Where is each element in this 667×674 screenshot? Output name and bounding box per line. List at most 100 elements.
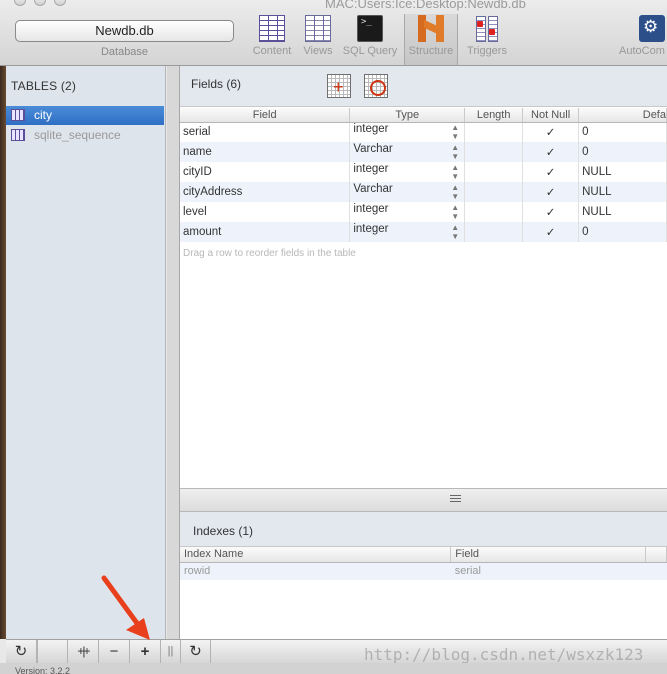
toolbar-views-button[interactable]: Views (300, 15, 336, 63)
field-default-cell[interactable]: NULL (578, 202, 667, 222)
type-stepper-icon[interactable]: ▲ ▼ (451, 223, 459, 241)
not-null-checkbox[interactable]: ✓ (522, 182, 580, 202)
field-type-cell[interactable]: integer ▲ ▼ (349, 162, 466, 182)
field-default-cell[interactable]: 0 (578, 222, 667, 242)
field-type-cell[interactable]: integer ▲ ▼ (349, 222, 466, 242)
pane-divider[interactable] (180, 488, 667, 512)
table-row[interactable]: cityAddress Varchar ▲ ▼ ✓ NULL (180, 182, 667, 202)
duplicate-table-button[interactable]: +|+ (68, 640, 99, 664)
database-label: Database (100, 46, 149, 58)
fields-title: Fields (6) (191, 77, 242, 91)
table-row[interactable]: level integer ▲ ▼ ✓ NULL (180, 202, 667, 222)
grip-icon (450, 495, 461, 502)
status-bar (0, 663, 667, 674)
field-type-cell[interactable]: integer ▲ ▼ (349, 122, 466, 142)
not-null-checkbox[interactable]: ✓ (522, 202, 580, 222)
field-name-cell[interactable]: cityAddress (180, 182, 351, 202)
sidebar-item-label: sqlite_sequence (34, 128, 121, 142)
not-null-checkbox[interactable]: ✓ (522, 122, 580, 142)
column-header-field[interactable]: Field (180, 108, 351, 123)
tables-header: TABLES (2) (11, 79, 77, 93)
table-row[interactable]: cityID integer ▲ ▼ ✓ NULL (180, 162, 667, 182)
indexes-title: Indexes (1) (193, 524, 254, 538)
field-name-cell[interactable]: amount (180, 222, 351, 242)
indexes-table: Index Name Field rowid serial (180, 547, 667, 580)
toolbar-structure-button[interactable]: Structure (404, 14, 458, 65)
field-type-cell[interactable]: Varchar ▲ ▼ (349, 142, 466, 162)
table-row[interactable]: name Varchar ▲ ▼ ✓ 0 (180, 142, 667, 162)
table-icon (259, 15, 285, 42)
views-icon (305, 15, 331, 42)
tables-sidebar: TABLES (2) city sqlite_sequence (6, 66, 166, 639)
type-stepper-icon[interactable]: ▲ ▼ (451, 123, 459, 141)
field-default-cell[interactable]: 0 (578, 122, 667, 142)
field-length-cell[interactable] (464, 182, 524, 202)
field-default-cell[interactable]: 0 (578, 142, 667, 162)
column-header-type[interactable]: Type (349, 108, 466, 123)
window-title: MAC:Users:Ice:Desktop:Newdb.db (325, 0, 526, 11)
column-header-spacer (645, 547, 667, 563)
structure-panel: Fields (6) Field Type Length Not Null De… (180, 66, 667, 639)
zoom-window-button[interactable] (54, 0, 66, 6)
field-length-cell[interactable] (464, 202, 524, 222)
type-stepper-icon[interactable]: ▲ ▼ (451, 203, 459, 221)
not-null-checkbox[interactable]: ✓ (522, 222, 580, 242)
terminal-icon (357, 15, 383, 42)
index-field-cell[interactable]: serial (450, 562, 646, 580)
not-null-checkbox[interactable]: ✓ (522, 162, 580, 182)
version-label: Version: 3.2.2 (15, 666, 71, 674)
not-null-checkbox[interactable]: ✓ (522, 142, 580, 162)
remove-field-button[interactable] (364, 74, 388, 98)
refresh-tables-button[interactable]: ↻ (6, 640, 37, 664)
field-length-cell[interactable] (464, 142, 524, 162)
toolbar-sql-query-button[interactable]: SQL Query (340, 15, 400, 63)
spacer-button (37, 640, 68, 664)
table-icon (11, 109, 25, 121)
index-spacer-cell (645, 562, 667, 580)
field-name-cell[interactable]: level (180, 202, 351, 222)
type-stepper-icon[interactable]: ▲ ▼ (451, 163, 459, 181)
database-select[interactable]: Newdb.db (15, 20, 234, 42)
table-row[interactable]: amount integer ▲ ▼ ✓ 0 (180, 222, 667, 242)
triggers-icon (475, 15, 499, 42)
field-name-cell[interactable]: name (180, 142, 351, 162)
sidebar-item-sqlite-sequence[interactable]: sqlite_sequence (6, 126, 164, 145)
field-default-cell[interactable]: NULL (578, 182, 667, 202)
field-name-cell[interactable]: cityID (180, 162, 351, 182)
refresh-structure-button[interactable]: ↻ (181, 640, 211, 664)
window-toolbar: MAC:Users:Ice:Desktop:Newdb.db Newdb.db … (0, 0, 667, 66)
type-stepper-icon[interactable]: ▲ ▼ (451, 183, 459, 201)
field-length-cell[interactable] (464, 122, 524, 142)
toolbar-triggers-button[interactable]: Triggers (462, 15, 512, 63)
field-default-cell[interactable]: NULL (578, 162, 667, 182)
type-stepper-icon[interactable]: ▲ ▼ (451, 143, 459, 161)
index-name-cell[interactable]: rowid (180, 562, 451, 580)
gear-icon (639, 15, 665, 42)
column-header-index-name[interactable]: Index Name (180, 547, 452, 563)
add-field-button[interactable] (327, 74, 351, 98)
sidebar-item-city[interactable]: city (6, 106, 164, 125)
table-row[interactable]: rowid serial (180, 562, 667, 580)
column-header-default[interactable]: Defa (578, 108, 667, 123)
watermark-text: http://blog.csdn.net/wsxzk123 (364, 645, 644, 664)
field-type-cell[interactable]: integer ▲ ▼ (349, 202, 466, 222)
minimize-window-button[interactable] (34, 0, 46, 6)
column-header-not-null[interactable]: Not Null (522, 108, 580, 123)
drag-hint: Drag a row to reorder fields in the tabl… (183, 248, 356, 259)
field-length-cell[interactable] (464, 222, 524, 242)
fields-table: Field Type Length Not Null Defa serial i… (180, 108, 667, 242)
field-type-cell[interactable]: Varchar ▲ ▼ (349, 182, 466, 202)
toolbar-autocomplete-button[interactable]: AutoCom (617, 15, 667, 63)
split-handle[interactable]: || (161, 640, 181, 664)
structure-icon (418, 15, 444, 42)
toolbar-content-button[interactable]: Content (249, 15, 295, 63)
field-name-cell[interactable]: serial (180, 122, 351, 142)
table-row[interactable]: serial integer ▲ ▼ ✓ 0 (180, 122, 667, 142)
close-window-button[interactable] (14, 0, 26, 6)
fields-header: Fields (6) (180, 66, 667, 107)
column-header-length[interactable]: Length (464, 108, 524, 123)
sidebar-splitter[interactable] (167, 66, 180, 639)
field-length-cell[interactable] (464, 162, 524, 182)
column-header-index-field[interactable]: Field (450, 547, 646, 563)
table-icon (11, 129, 25, 141)
